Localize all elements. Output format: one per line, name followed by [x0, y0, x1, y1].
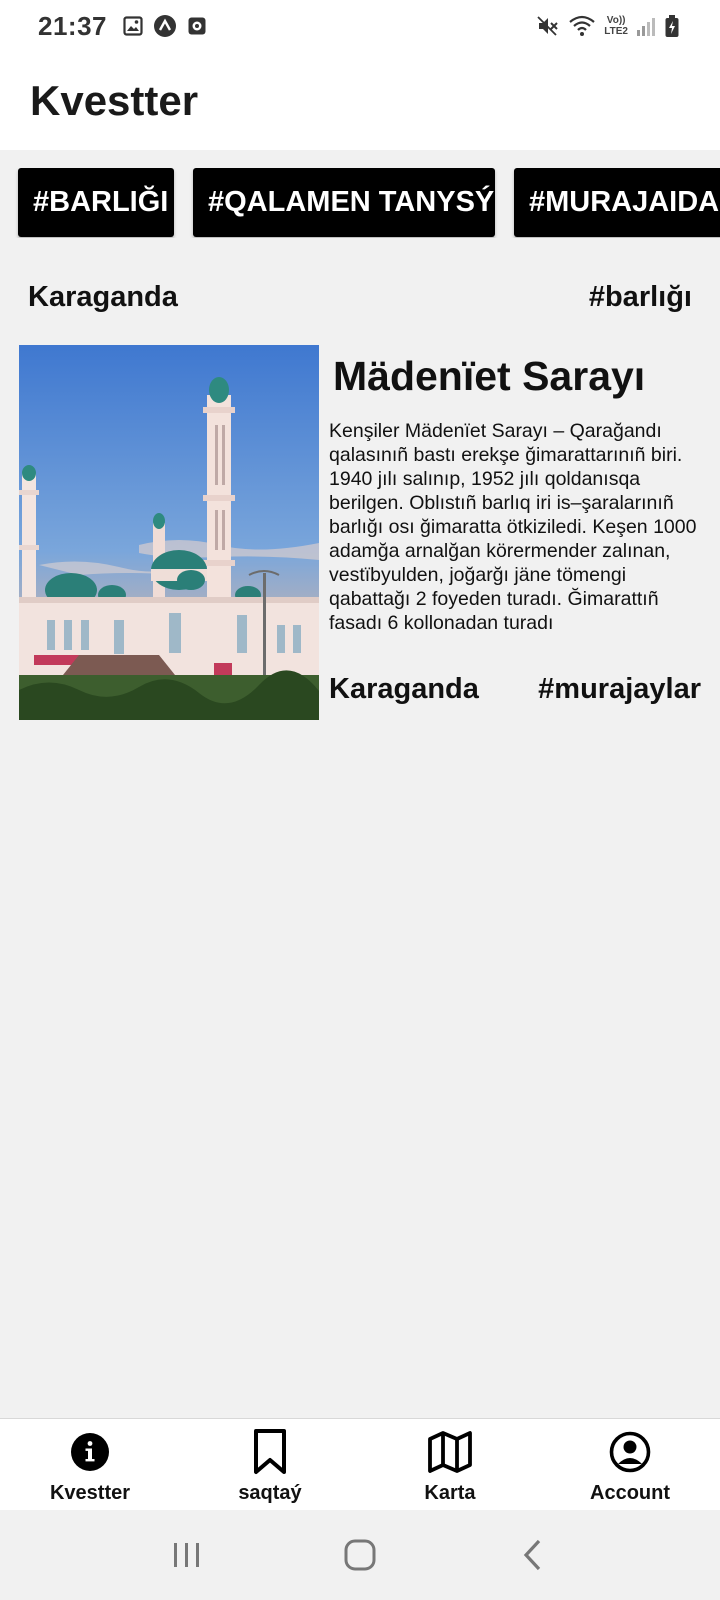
home-icon[interactable]: [320, 1525, 400, 1585]
chip-barligi[interactable]: #BARLIĞI: [18, 168, 174, 237]
nav-item-kvestter[interactable]: Kvestter: [0, 1419, 180, 1511]
account-icon: [609, 1428, 651, 1476]
page-title: Kvestter: [30, 77, 199, 124]
nav-label-saqtay: saqtaý: [238, 1482, 302, 1504]
nav-item-account[interactable]: Account: [540, 1419, 720, 1511]
nav-label-karta: Karta: [424, 1482, 476, 1504]
nav-item-karta[interactable]: Karta: [360, 1419, 540, 1511]
bottom-nav: Kvestter saqtaý Karta Account: [0, 1418, 720, 1510]
card-title: Mädenïet Sarayı: [333, 353, 646, 399]
volte-line1: Vo)): [606, 15, 626, 26]
status-time: 21:37: [38, 10, 107, 41]
card-tag: #murajaylar: [538, 673, 701, 705]
mosque-photo[interactable]: [19, 345, 319, 720]
status-bar: 21:37 Vo)) LTE2: [0, 0, 720, 52]
back-icon[interactable]: [493, 1525, 573, 1585]
chip-murajaidag[interactable]: #MURAJAIDAĞ: [514, 168, 720, 237]
chip-qalamen-tanysy[interactable]: #QALAMEN TANYSÝ: [193, 168, 495, 237]
image-icon: [123, 16, 143, 36]
card-description: Kenşiler Mädenïet Sarayı – Qarağandı qal…: [329, 420, 697, 634]
status-left: 21:37: [38, 11, 207, 42]
nav-label-kvestter: Kvestter: [49, 1482, 131, 1504]
system-nav: [0, 1510, 720, 1600]
status-right: Vo)) LTE2: [536, 14, 680, 38]
recent-apps-icon[interactable]: [147, 1525, 227, 1585]
signal-icon: [636, 15, 656, 37]
category-chips[interactable]: #BARLIĞI #QALAMEN TANYSÝ #MURAJAIDAĞ: [0, 168, 720, 238]
filter-category[interactable]: #barlığı: [589, 281, 692, 314]
volte-icon: Vo)) LTE2: [604, 15, 628, 37]
volte-line2: LTE2: [604, 26, 628, 37]
nav-item-saqtay[interactable]: saqtaý: [180, 1419, 360, 1511]
bookmark-icon: [253, 1428, 287, 1476]
battery-icon: [664, 14, 680, 38]
nav-label-account: Account: [590, 1482, 670, 1504]
mute-icon: [536, 14, 560, 38]
filter-city[interactable]: Karaganda: [28, 281, 178, 314]
card-footer: Karaganda #murajaylar: [329, 673, 701, 706]
quest-card[interactable]: Mädenïet Sarayı Kenşiler Mädenïet Sarayı…: [19, 345, 701, 720]
app-header: Kvestter: [0, 52, 720, 150]
record-icon: [187, 16, 207, 36]
wifi-icon: [568, 14, 596, 38]
info-icon: [70, 1428, 110, 1476]
card-city: Karaganda: [329, 673, 479, 705]
arrow-up-icon: [153, 14, 177, 38]
filter-row: Karaganda #barlığı: [28, 275, 692, 319]
map-icon: [428, 1428, 472, 1476]
